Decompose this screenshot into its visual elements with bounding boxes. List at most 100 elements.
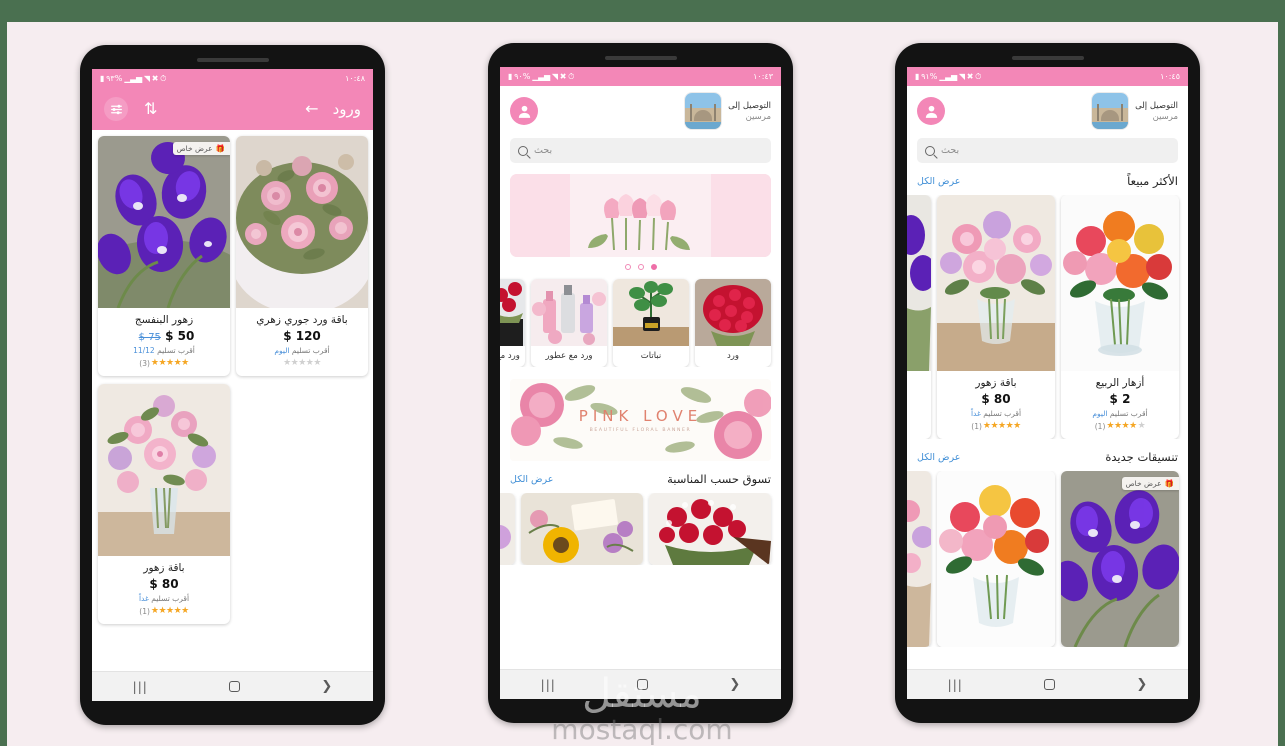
category-card[interactable]: ورد [695,279,771,367]
view-all-link[interactable]: عرض الكل [917,176,960,187]
page-canvas: ▮ ٩٣% ▁▃▅ ◥ ✖ ⏱ ١٠:٤٨ ← ورود ⇅ باقة ورد … [7,22,1278,746]
battery-icon: ▮ [915,71,920,81]
category-label: ورد [727,351,739,361]
home-icon[interactable] [637,679,649,690]
category-row: ورد نباتات ورد مع عطور ورد م [500,270,781,367]
carousel-dot[interactable] [624,264,631,270]
search-placeholder: بحث [941,145,960,156]
product-card[interactable]: عرض خاص 🎁 [1061,471,1179,647]
occasion-card[interactable] [649,493,771,565]
occasion-card-partial[interactable] [500,493,515,565]
status-icons: ▮ ٩١% ▁▃▅ ◥ ✖ ⏱ [915,72,981,81]
product-grid: باقة ورد جوري زهري $ 120 أقرب تسليم اليو… [92,130,373,701]
product-rating: (1) ★★★★ ★ [1065,421,1175,431]
sort-icon[interactable]: ⇅ [144,101,157,117]
occasion-card[interactable] [521,493,643,565]
section-header: تسوق حسب المناسبة عرض الكل [500,461,781,493]
delivery-location[interactable]: التوصيل إلى مرسين [685,93,771,129]
section-title: تنسيقات جديدة [1105,450,1178,464]
search-input[interactable]: بحث [917,138,1178,163]
status-time: ١٠:٤٥ [1160,72,1180,81]
gift-icon: 🎁 [1164,479,1174,488]
delivery-value: غداً [970,409,981,418]
delivery-value: اليوم [274,346,290,355]
promo-banner[interactable]: PINK LOVE BEAUTIFUL FLORAL BANNER [510,379,771,461]
status-bar: ▮ ٩١% ▁▃▅ ◥ ✖ ⏱ ١٠:٤٥ [907,67,1188,86]
delivery-location[interactable]: التوصيل إلى مرسين [1092,93,1178,129]
battery-percent: ٩١% [921,72,938,81]
category-card[interactable]: ورد مع عطور [531,279,607,367]
product-rating: (1) ★★★★★ [102,606,226,616]
product-card[interactable]: باقة ورد جوري زهري $ 120 أقرب تسليم اليو… [236,136,368,376]
product-delivery: أقرب تسليم اليوم [1065,409,1175,418]
product-rating: (3) ★★★★★ [102,358,226,368]
product-delivery: أقرب تسليم 11/12 [102,346,226,355]
review-count: (1) [971,421,982,431]
back-chevron-icon[interactable]: ❯ [321,679,332,694]
gift-icon: 🎁 [215,144,225,153]
badge-label: عرض خاص [176,144,213,153]
recents-icon[interactable]: ||| [133,680,148,694]
rating-stars: ★★★★★ [982,421,1021,431]
alarm-icon: ⏱ [568,71,575,81]
rating-stars: ★★★★★ [150,358,189,368]
product-card[interactable]: باقة زهور $ 80 أقرب تسليم غداً (1) ★★★★★ [98,384,230,624]
header-row: التوصيل إلى مرسين [917,93,1178,129]
product-card[interactable]: عرض خاص 🎁 زهور البنفسج $ 75 $ 50 أقرب تس… [98,136,230,376]
carousel-dot[interactable] [637,264,644,270]
delivery-label: أقرب تسليم [151,594,190,603]
back-chevron-icon[interactable]: ❯ [1136,677,1147,692]
new-arrangements-row: عرض خاص 🎁 [907,471,1188,647]
carousel-dot-active[interactable] [650,264,657,270]
home-header: التوصيل إلى مرسين بحث [500,86,781,163]
product-card[interactable]: أزهار الربيع $ 2 أقرب تسليم اليوم (1) ★★… [1061,195,1179,439]
signal-icon: ▁▃▅ [124,73,142,83]
product-card[interactable] [937,471,1055,647]
mute-icon: ✖ [559,71,567,81]
phone-best-sellers: ▮ ٩١% ▁▃▅ ◥ ✖ ⏱ ١٠:٤٥ التوصيل إلى مرسين … [895,43,1200,723]
screen-listing: ▮ ٩٣% ▁▃▅ ◥ ✖ ⏱ ١٠:٤٨ ← ورود ⇅ باقة ورد … [92,69,373,701]
page-title: ورود [332,100,361,118]
appbar-title-group: ← ورود [305,100,361,118]
product-card-partial[interactable] [907,195,931,439]
view-all-link[interactable]: عرض الكل [510,474,553,485]
product-image [907,195,931,371]
home-icon[interactable] [229,681,241,692]
recents-icon[interactable]: ||| [541,678,556,692]
home-icon[interactable] [1044,679,1056,690]
user-avatar-icon[interactable] [917,97,945,125]
product-info: باقة زهور $ 80 أقرب تسليم غداً (1) ★★★★★ [98,556,230,624]
product-info: باقة ورد جوري زهري $ 120 أقرب تسليم اليو… [236,308,368,376]
category-label: ورد مع عطور [545,351,593,361]
status-time: ١٠:٤٨ [345,74,365,83]
recents-icon[interactable]: ||| [948,678,963,692]
product-card[interactable]: باقة زهور $ 80 أقرب تسليم غداً (1) ★★★★★ [937,195,1055,439]
android-navbar: ||| ❯ [907,669,1188,699]
delivery-label: التوصيل إلى [728,100,771,111]
battery-percent: ٩٠% [514,72,531,81]
user-avatar-icon[interactable] [510,97,538,125]
product-delivery: أقرب تسليم غداً [102,594,226,603]
back-chevron-icon[interactable]: ❯ [729,677,740,692]
view-all-link[interactable]: عرض الكل [917,452,960,463]
product-image: عرض خاص 🎁 [1061,471,1179,647]
section-header: الأكثر مبيعاً عرض الكل [907,163,1188,195]
arrow-left-icon[interactable]: ← [305,101,318,117]
special-offer-badge: عرض خاص 🎁 [1121,477,1179,490]
search-placeholder: بحث [534,145,553,156]
rating-stars: ★★★★★ [150,606,189,616]
product-card-partial[interactable] [907,471,931,647]
hero-carousel[interactable] [510,174,771,257]
review-count: (3) [139,358,150,368]
filter-icon[interactable] [104,97,128,121]
mosque-photo [1092,93,1129,129]
category-card-partial[interactable]: ورد مع [500,279,525,367]
home-header: التوصيل إلى مرسين بحث [907,86,1188,163]
alarm-icon: ⏱ [160,73,167,83]
product-info: باقة زهور $ 80 أقرب تسليم غداً (1) ★★★★★ [937,371,1055,439]
special-offer-badge: عرض خاص 🎁 [172,142,230,155]
category-card[interactable]: نباتات [613,279,689,367]
product-info: أزهار الربيع $ 2 أقرب تسليم اليوم (1) ★★… [1061,371,1179,439]
search-input[interactable]: بحث [510,138,771,163]
screen-home: ▮ ٩٠% ▁▃▅ ◥ ✖ ⏱ ١٠:٤٣ التوصيل إلى مرسين … [500,67,781,699]
